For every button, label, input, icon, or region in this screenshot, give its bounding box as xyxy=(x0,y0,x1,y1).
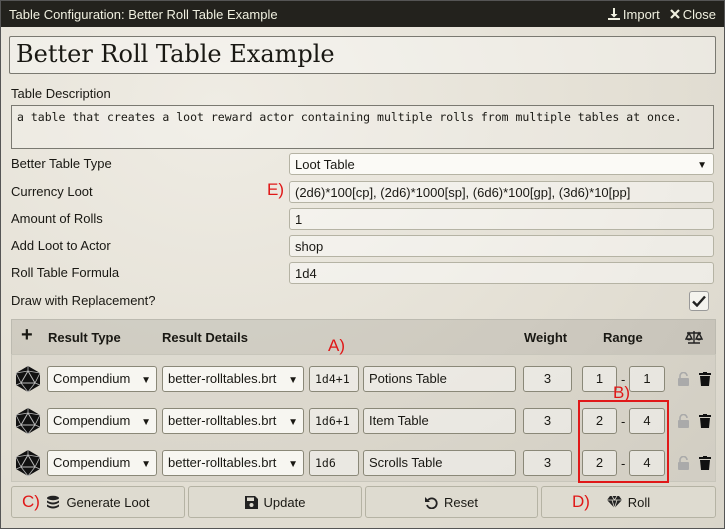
range-low-input[interactable]: 1 xyxy=(582,366,617,392)
currency-loot-label: Currency Loot xyxy=(11,184,93,199)
gem-icon xyxy=(606,496,622,508)
result-weight-input[interactable]: 3 xyxy=(523,450,572,476)
generate-loot-button[interactable]: C) Generate Loot xyxy=(11,486,185,518)
amount-rolls-input[interactable]: 1 xyxy=(289,208,714,230)
result-collection-value: better-rolltables.brt xyxy=(168,455,277,470)
annotation-a: A) xyxy=(328,336,345,355)
generate-loot-label: Generate Loot xyxy=(66,494,150,510)
currency-loot-input[interactable]: (2d6)*100[cp], (2d6)*1000[sp], (6d6)*100… xyxy=(289,181,714,203)
roll-label: Roll xyxy=(627,494,651,510)
result-name-input[interactable]: Scrolls Table xyxy=(363,450,516,476)
description-textarea[interactable]: a table that creates a loot reward actor… xyxy=(11,105,714,149)
result-formula-input[interactable]: 1d6 xyxy=(309,450,359,476)
lock-icon[interactable] xyxy=(678,414,689,428)
add-result-button[interactable]: + xyxy=(21,325,33,345)
roll-button[interactable]: D) Roll xyxy=(541,486,716,518)
import-button[interactable]: Import xyxy=(607,6,660,22)
result-collection-select[interactable]: better-rolltables.brt ▼ xyxy=(162,408,304,434)
replacement-label: Draw with Replacement? xyxy=(11,293,156,308)
table-name-input[interactable]: Better Roll Table Example xyxy=(9,36,716,74)
header-range: Range xyxy=(603,330,643,345)
result-name-input[interactable]: Item Table xyxy=(363,408,516,434)
result-collection-select[interactable]: better-rolltables.brt ▼ xyxy=(162,450,304,476)
trash-icon[interactable] xyxy=(699,372,711,386)
chevron-down-icon: ▼ xyxy=(697,160,707,171)
result-name-input[interactable]: Potions Table xyxy=(363,366,516,392)
chevron-down-icon: ▼ xyxy=(288,417,298,428)
lock-icon[interactable] xyxy=(678,456,689,470)
annotation-d: D) xyxy=(572,492,590,511)
close-icon xyxy=(669,9,680,19)
result-type-select[interactable]: Compendium ▼ xyxy=(47,408,157,434)
annotation-b: B) xyxy=(613,383,630,402)
lock-icon[interactable] xyxy=(678,372,689,386)
result-type-value: Compendium xyxy=(53,455,131,470)
annotation-e: E) xyxy=(267,180,284,199)
chevron-down-icon: ▼ xyxy=(141,375,151,386)
loot-actor-label: Add Loot to Actor xyxy=(11,238,111,253)
chevron-down-icon: ▼ xyxy=(288,375,298,386)
chevron-down-icon: ▼ xyxy=(141,459,151,470)
checkmark-icon xyxy=(692,295,706,307)
description-label: Table Description xyxy=(11,86,111,101)
table-type-value: Loot Table xyxy=(295,157,355,172)
result-collection-value: better-rolltables.brt xyxy=(168,371,277,386)
chevron-down-icon: ▼ xyxy=(141,417,151,428)
table-config-window: Table Configuration: Better Roll Table E… xyxy=(0,0,725,529)
undo-icon xyxy=(425,496,438,509)
close-button[interactable]: Close xyxy=(669,6,716,22)
reset-button[interactable]: Reset xyxy=(365,486,538,518)
trash-icon[interactable] xyxy=(699,414,711,428)
result-collection-value: better-rolltables.brt xyxy=(168,413,277,428)
range-high-input[interactable]: 1 xyxy=(629,366,665,392)
replacement-checkbox[interactable] xyxy=(689,291,709,311)
trash-icon[interactable] xyxy=(699,456,711,470)
d20-icon[interactable] xyxy=(14,449,42,477)
result-weight-input[interactable]: 3 xyxy=(523,408,572,434)
download-icon xyxy=(607,8,620,20)
close-label: Close xyxy=(682,6,716,22)
header-weight: Weight xyxy=(524,330,568,345)
header-result-type: Result Type xyxy=(48,330,121,345)
result-type-select[interactable]: Compendium ▼ xyxy=(47,450,157,476)
d20-icon[interactable] xyxy=(14,407,42,435)
save-icon xyxy=(244,495,258,509)
result-collection-select[interactable]: better-rolltables.brt ▼ xyxy=(162,366,304,392)
result-formula-input[interactable]: 1d4+1 xyxy=(309,366,359,392)
result-type-select[interactable]: Compendium ▼ xyxy=(47,366,157,392)
d20-icon[interactable] xyxy=(14,365,42,393)
result-type-value: Compendium xyxy=(53,371,131,386)
table-type-label: Better Table Type xyxy=(11,156,112,171)
range-highlight-box xyxy=(578,400,669,483)
import-label: Import xyxy=(622,6,660,22)
header-result-details: Result Details xyxy=(162,330,248,345)
reset-label: Reset xyxy=(444,494,478,510)
result-weight-input[interactable]: 3 xyxy=(523,366,572,392)
result-type-value: Compendium xyxy=(53,413,131,428)
update-label: Update xyxy=(263,494,306,510)
loot-actor-input[interactable]: shop xyxy=(289,235,714,257)
formula-input[interactable]: 1d4 xyxy=(289,262,714,284)
chevron-down-icon: ▼ xyxy=(288,459,298,470)
amount-rolls-label: Amount of Rolls xyxy=(11,211,103,226)
balance-scale-icon[interactable] xyxy=(685,330,703,345)
coins-icon xyxy=(47,495,60,509)
table-type-select[interactable]: Loot Table ▼ xyxy=(289,153,714,175)
formula-label: Roll Table Formula xyxy=(11,265,120,280)
window-title: Table Configuration: Better Roll Table E… xyxy=(9,6,278,22)
annotation-c: C) xyxy=(22,492,40,511)
update-button[interactable]: Update xyxy=(188,486,362,518)
window-titlebar: Table Configuration: Better Roll Table E… xyxy=(1,1,724,27)
result-formula-input[interactable]: 1d6+1 xyxy=(309,408,359,434)
